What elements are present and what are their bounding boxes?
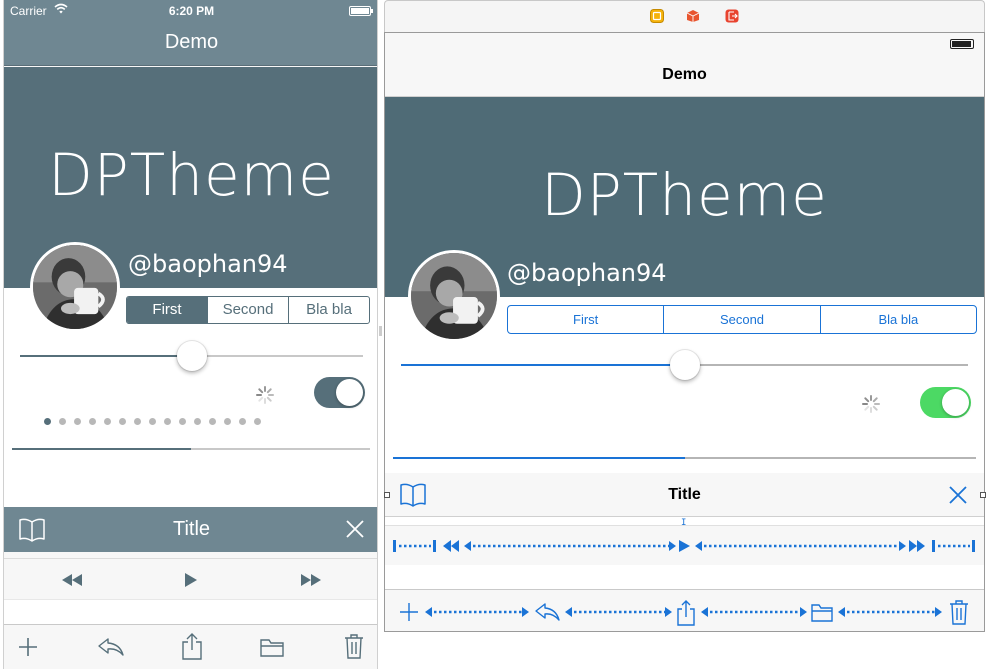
brand-title: DPTheme (541, 161, 828, 229)
nav-title: Demo (662, 66, 707, 83)
avatar (30, 242, 120, 332)
page-dot (59, 418, 66, 425)
page-dot (119, 418, 126, 425)
slider-fill (20, 355, 192, 357)
action-toolbar (4, 624, 377, 669)
page-dot (239, 418, 246, 425)
segment-bla-bla[interactable]: Bla bla (289, 297, 369, 323)
username-label: @baophan94 (507, 259, 667, 287)
battery-icon (349, 6, 373, 16)
first-responder-icon[interactable] (686, 9, 700, 23)
splitter-handle[interactable] (379, 326, 382, 336)
segmented-control: First Second Bla bla (126, 296, 370, 324)
segment-second[interactable]: Second (664, 306, 821, 333)
status-bar (385, 33, 984, 53)
navigation-bar: Demo (385, 53, 984, 97)
scene-dock (384, 0, 985, 32)
secondary-nav-title: Title (172, 518, 211, 540)
screen: Carrier 6:20 PM Demo DPTheme @baophan94 … (0, 0, 998, 669)
activity-indicator-icon (862, 395, 880, 413)
segment-bla-bla[interactable]: Bla bla (821, 306, 976, 333)
fast-forward-icon[interactable] (301, 574, 321, 586)
content-spacer (4, 600, 377, 624)
slider-fill (401, 364, 685, 366)
toolbar-items (393, 540, 975, 552)
status-bar: Carrier 6:20 PM (4, 0, 377, 22)
simulator-screen: Carrier 6:20 PM Demo DPTheme @baophan94 … (3, 0, 378, 669)
page-dot (89, 418, 96, 425)
switch-knob (336, 379, 363, 406)
nav-title: Demo (164, 31, 219, 53)
segment-first[interactable]: First (508, 306, 665, 333)
page-dot (224, 418, 231, 425)
close-icon[interactable] (948, 485, 968, 505)
secondary-navigation-bar: Title (4, 507, 377, 552)
view-controller-canvas: Demo DPTheme @baophan94 First Second Bla… (384, 32, 986, 632)
page-dot (254, 418, 261, 425)
storyboard-scene: Demo DPTheme @baophan94 First Second Bla… (384, 0, 986, 632)
progress-fill (12, 448, 191, 450)
media-toolbar (385, 525, 984, 565)
page-dot (104, 418, 111, 425)
avatar (408, 250, 500, 342)
page-dot (179, 418, 186, 425)
play-icon[interactable] (185, 573, 197, 587)
username-label: @baophan94 (128, 250, 288, 278)
switch-toggle[interactable] (314, 377, 365, 408)
page-dot (164, 418, 171, 425)
add-icon[interactable] (18, 637, 38, 657)
selection-handle[interactable] (980, 492, 986, 498)
reply-icon[interactable] (97, 637, 125, 657)
share-icon[interactable] (181, 632, 203, 660)
page-dot (194, 418, 201, 425)
navigation-bar: Demo (4, 22, 377, 66)
segmented-control: First Second Bla bla (507, 305, 977, 334)
view-controller-icon[interactable] (650, 9, 664, 23)
segment-second[interactable]: Second (208, 297, 289, 323)
switch-toggle[interactable] (920, 387, 971, 418)
rewind-icon[interactable] (62, 574, 82, 586)
secondary-navigation-bar[interactable]: Title (385, 473, 984, 517)
progress-fill (393, 457, 685, 459)
page-dot (44, 418, 51, 425)
page-control[interactable] (44, 418, 261, 426)
brand-title: DPTheme (48, 141, 335, 209)
slider-thumb[interactable] (670, 350, 700, 380)
avatar-photo (411, 253, 497, 339)
page-dot (74, 418, 81, 425)
secondary-nav-title: Title (668, 486, 701, 503)
segment-first[interactable]: First (127, 297, 208, 323)
content-spacer (385, 565, 984, 589)
avatar-photo (33, 245, 117, 329)
action-toolbar (385, 589, 984, 631)
media-toolbar (4, 558, 377, 600)
page-dot (149, 418, 156, 425)
slider-thumb[interactable] (177, 341, 207, 371)
folder-icon[interactable] (260, 637, 284, 657)
switch-knob (942, 389, 969, 416)
selection-handle[interactable] (384, 492, 390, 498)
battery-icon (950, 39, 974, 49)
toolbar-items (400, 600, 968, 626)
status-time: 6:20 PM (168, 4, 215, 18)
exit-icon[interactable] (725, 9, 739, 23)
page-dot (209, 418, 216, 425)
close-icon[interactable] (345, 519, 365, 539)
trash-icon[interactable] (344, 633, 364, 659)
activity-indicator-icon (256, 386, 274, 404)
page-dot (134, 418, 141, 425)
